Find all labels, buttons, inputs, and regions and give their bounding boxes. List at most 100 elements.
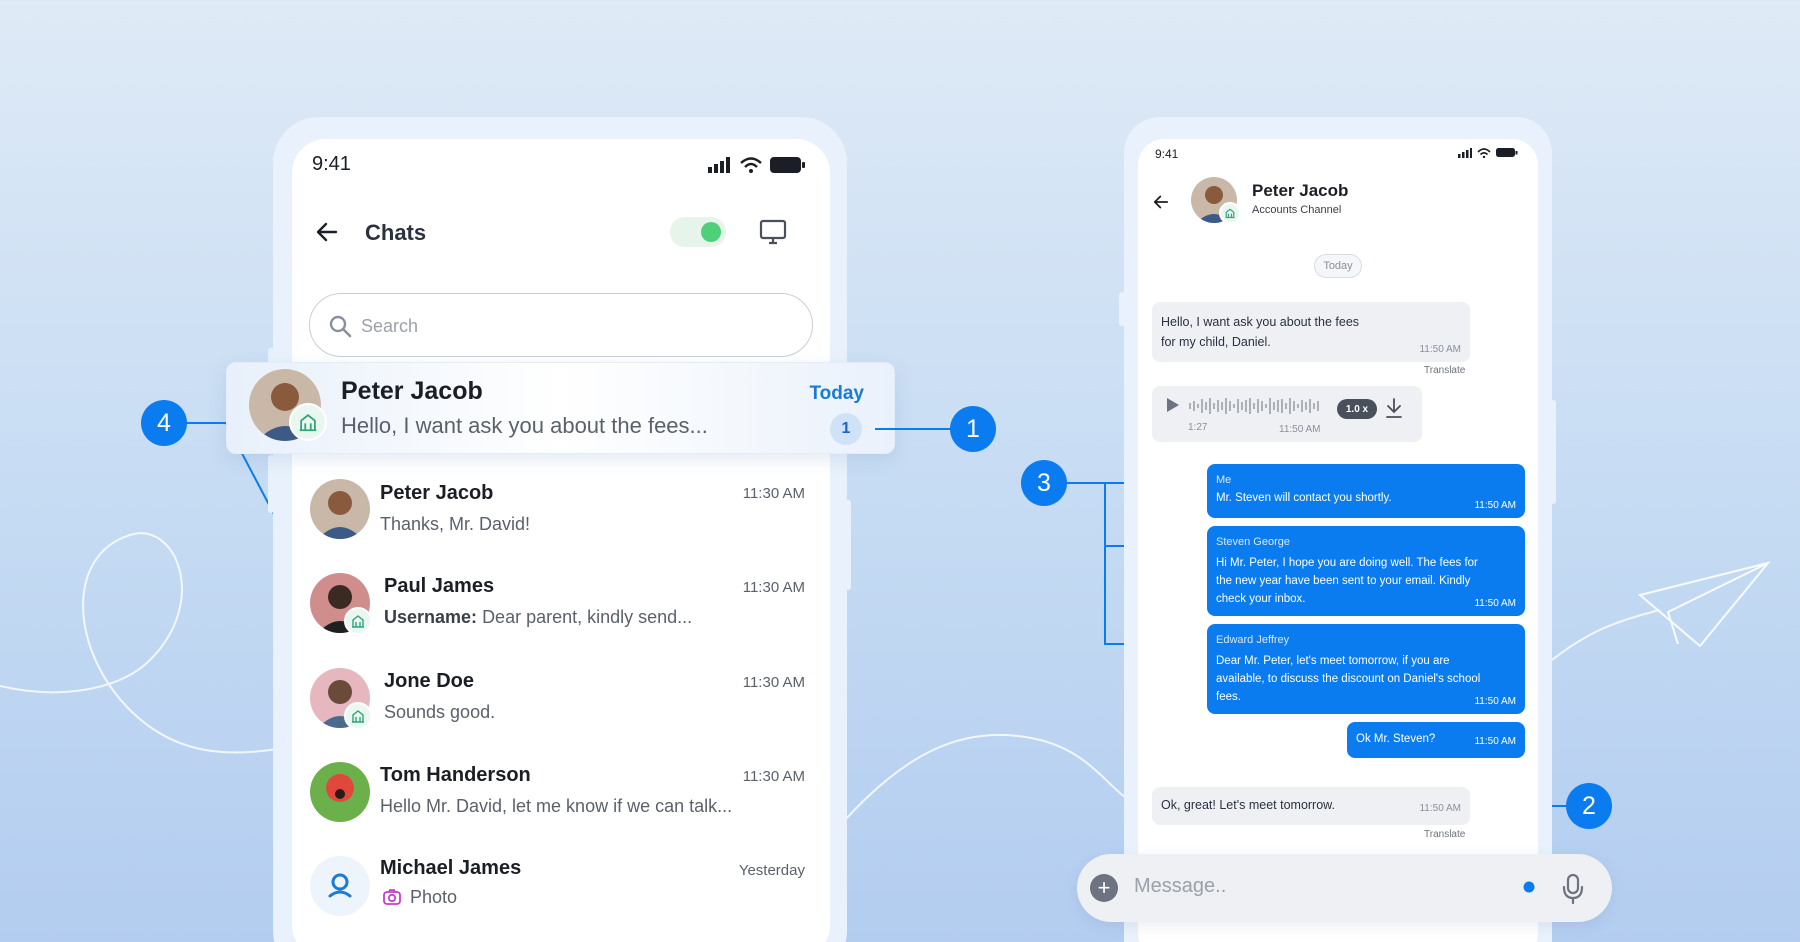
message-input[interactable]: + Message.. <box>1077 854 1612 922</box>
chat-time: 11:30 AM <box>742 485 805 502</box>
voice-message[interactable]: 1.0 x 1:27 11:50 AM <box>1152 386 1422 442</box>
chat-preview: Hello Mr. David, let me know if we can t… <box>380 796 733 816</box>
message-sender: Steven George <box>1216 536 1290 548</box>
message-text: Ok Mr. Steven? <box>1356 733 1436 745</box>
avatar <box>310 479 370 539</box>
outgoing-message[interactable]: Ok Mr. Steven? 11:50 AM <box>1347 722 1525 758</box>
building-icon <box>352 615 364 628</box>
battery-icon <box>770 157 805 173</box>
chat-preview: Photo <box>410 887 458 907</box>
microphone-icon[interactable] <box>1561 873 1585 905</box>
chat-preview: Dear parent, kindly send... <box>482 607 693 627</box>
avatar <box>310 762 370 822</box>
outgoing-message[interactable]: Steven George Hi Mr. Peter, I hope you a… <box>1207 526 1525 616</box>
desktop-icon[interactable] <box>758 217 788 247</box>
chat-name: Peter Jacob <box>380 482 494 504</box>
message-sender: Me <box>1216 474 1232 486</box>
right-phone-screen: 9:41 Peter Jacob Accounts Channel Today … <box>1138 139 1538 942</box>
battery-icon <box>1496 148 1518 157</box>
channel-badge <box>1219 202 1241 224</box>
chat-name: Paul James <box>384 575 495 597</box>
callout-2: 2 <box>1566 783 1612 829</box>
chat-row[interactable]: Tom Handerson Hello Mr. David, let me kn… <box>292 749 830 835</box>
chat-name: Peter Jacob <box>341 377 483 405</box>
chat-prefix: Username: <box>384 607 478 627</box>
message-text: check your inbox. <box>1216 593 1306 605</box>
message-text: the new year have been sent to your emai… <box>1216 575 1471 587</box>
playback-speed-button[interactable]: 1.0 x <box>1337 399 1377 419</box>
message-text: for my child, Daniel. <box>1161 335 1271 349</box>
chat-time: Yesterday <box>738 862 805 879</box>
download-icon[interactable] <box>1384 396 1404 420</box>
callout-4: 4 <box>141 400 187 446</box>
chat-name: Michael James <box>380 857 522 879</box>
waveform-icon <box>1189 398 1319 414</box>
message-time: 11:50 AM <box>1474 598 1516 609</box>
phone-side-button <box>1550 400 1556 504</box>
chat-row[interactable]: Peter Jacob Thanks, Mr. David! 11:30 AM <box>292 466 830 552</box>
paper-plane-icon <box>1637 561 1771 648</box>
avatar <box>310 856 370 916</box>
status-time: 9:41 <box>312 153 351 175</box>
outgoing-message[interactable]: Edward Jeffrey Dear Mr. Peter, let's mee… <box>1207 624 1525 714</box>
unread-count-badge: 1 <box>830 413 862 445</box>
back-arrow-icon[interactable] <box>314 219 340 245</box>
channel-badge <box>289 403 327 441</box>
search-placeholder: Search <box>361 316 419 336</box>
chat-name: Jone Doe <box>384 670 475 692</box>
phone-side-button <box>1119 292 1125 326</box>
building-icon <box>352 710 364 723</box>
chat-time: Today <box>809 383 864 404</box>
chat-time: 11:30 AM <box>742 579 805 596</box>
chat-row[interactable]: Paul James Username: Dear parent, kindly… <box>292 560 830 646</box>
message-text: fees. <box>1216 691 1241 703</box>
message-time: 11:50 AM <box>1279 424 1321 435</box>
signal-icon <box>708 157 730 173</box>
translate-link[interactable]: Translate <box>1424 365 1465 376</box>
message-time: 11:50 AM <box>1474 736 1516 747</box>
incoming-message[interactable]: Hello, I want ask you about the fees for… <box>1152 302 1470 362</box>
date-chip: Today <box>1314 254 1362 278</box>
wifi-icon <box>740 157 762 173</box>
building-icon <box>299 413 317 432</box>
back-arrow-icon[interactable] <box>1152 193 1170 211</box>
page-title: Chats <box>365 220 427 245</box>
building-icon <box>1225 208 1235 219</box>
chat-row[interactable]: Jone Doe Sounds good. 11:30 AM <box>292 655 830 741</box>
search-icon <box>329 315 352 338</box>
search-input[interactable]: Search <box>309 293 813 357</box>
chat-preview: Hello, I want ask you about the fees... <box>341 413 708 438</box>
message-text: Mr. Steven will contact you shortly. <box>1216 492 1392 504</box>
play-icon[interactable] <box>1164 397 1180 413</box>
chat-preview: Sounds good. <box>384 702 496 722</box>
attach-plus-icon[interactable]: + <box>1090 874 1118 902</box>
channel-badge <box>344 607 372 635</box>
status-time: 9:41 <box>1155 147 1179 161</box>
signal-icon <box>1458 147 1472 158</box>
status-toggle[interactable] <box>670 217 726 247</box>
user-icon <box>328 873 352 898</box>
highlighted-chat-card[interactable]: Peter Jacob Hello, I want ask you about … <box>226 362 895 454</box>
message-time: 11:50 AM <box>1419 803 1461 814</box>
chat-time: 11:30 AM <box>742 768 805 785</box>
status-icons <box>1458 147 1518 158</box>
message-text: Hello, I want ask you about the fees <box>1161 315 1360 329</box>
message-time: 11:50 AM <box>1474 696 1516 707</box>
chat-row[interactable]: Michael James Photo Yesterday <box>292 843 830 929</box>
phone-side-button <box>845 500 851 590</box>
message-text: Dear Mr. Peter, let's meet tomorrow, if … <box>1216 655 1450 667</box>
message-sender: Edward Jeffrey <box>1216 634 1290 646</box>
chat-time: 11:30 AM <box>742 674 805 691</box>
message-text: Hi Mr. Peter, I hope you are doing well.… <box>1216 557 1478 569</box>
chat-header-name: Peter Jacob <box>1252 181 1349 200</box>
translate-link[interactable]: Translate <box>1424 829 1465 840</box>
channel-badge <box>344 702 372 730</box>
voice-duration: 1:27 <box>1188 422 1208 433</box>
message-text: available, to discuss the discount on Da… <box>1216 673 1481 685</box>
incoming-message[interactable]: Ok, great! Let's meet tomorrow. 11:50 AM <box>1152 787 1470 825</box>
phone-side-button <box>268 455 274 513</box>
message-time: 11:50 AM <box>1419 344 1461 355</box>
message-time: 11:50 AM <box>1474 500 1516 511</box>
outgoing-message[interactable]: Me Mr. Steven will contact you shortly. … <box>1207 464 1525 518</box>
callout-3: 3 <box>1021 460 1067 506</box>
